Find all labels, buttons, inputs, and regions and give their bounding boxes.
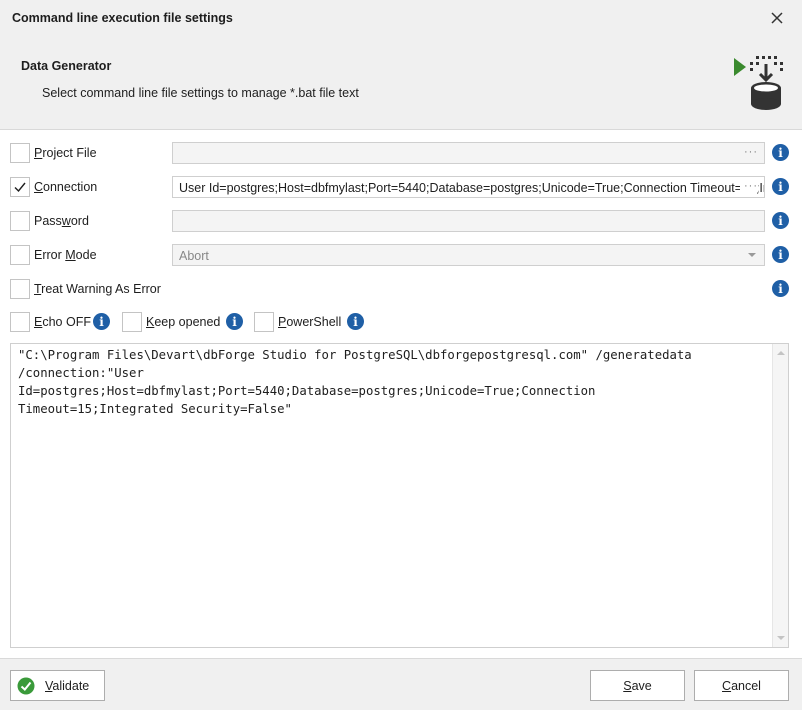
window-title: Command line execution file settings: [12, 11, 233, 25]
info-icon[interactable]: i: [93, 313, 110, 330]
options-row: Echo OFF i Keep opened i PowerShell i: [0, 310, 802, 334]
keep-opened-label: Keep opened: [146, 315, 221, 329]
cancel-label: Cancel: [722, 678, 761, 693]
footer-bar: Validate Save Cancel: [0, 658, 802, 710]
echo-off-checkbox[interactable]: [10, 312, 30, 332]
treat-warning-checkbox[interactable]: [10, 279, 30, 299]
checkmark-icon: [14, 182, 26, 193]
password-input[interactable]: [172, 210, 765, 232]
project-file-label: Project File: [34, 146, 97, 160]
cancel-button[interactable]: Cancel: [694, 670, 789, 701]
info-icon[interactable]: i: [226, 313, 243, 330]
info-icon[interactable]: i: [772, 144, 789, 161]
header-subtitle: Select command line file settings to man…: [42, 86, 359, 100]
powershell-label: PowerShell: [278, 315, 342, 329]
password-checkbox[interactable]: [10, 211, 30, 231]
password-row: Password i: [0, 209, 802, 233]
error-mode-row: Error Mode Abort i: [0, 243, 802, 267]
project-file-checkbox[interactable]: [10, 143, 30, 163]
command-text-area[interactable]: "C:\Program Files\Devart\dbForge Studio …: [10, 343, 789, 648]
close-icon[interactable]: [768, 9, 786, 27]
powershell-checkbox[interactable]: [254, 312, 274, 332]
scroll-down-icon[interactable]: [777, 636, 785, 640]
keep-opened-checkbox[interactable]: [122, 312, 142, 332]
password-label: Password: [34, 214, 89, 228]
connection-checkbox[interactable]: [10, 177, 30, 197]
validate-label: Validate: [45, 678, 90, 693]
save-label: Save: [623, 678, 652, 693]
project-file-input[interactable]: ···: [172, 142, 765, 164]
vertical-scrollbar[interactable]: [772, 344, 788, 647]
scroll-up-icon[interactable]: [777, 351, 785, 355]
data-generator-icon: [730, 54, 786, 112]
treat-warning-row: Treat Warning As Error i: [0, 277, 802, 301]
connection-row: Connection User Id=postgres;Host=dbfmyla…: [0, 175, 802, 199]
connection-value: User Id=postgres;Host=dbfmylast;Port=544…: [179, 181, 764, 195]
connection-input[interactable]: User Id=postgres;Host=dbfmylast;Port=544…: [172, 176, 765, 198]
command-text[interactable]: "C:\Program Files\Devart\dbForge Studio …: [18, 346, 764, 418]
connection-label: Connection: [34, 180, 98, 194]
connection-browse-button[interactable]: ···: [740, 180, 758, 192]
error-mode-checkbox[interactable]: [10, 245, 30, 265]
title-bar: Command line execution file settings: [0, 0, 802, 38]
chevron-down-icon: [748, 253, 756, 257]
project-file-row: Project File ··· i: [0, 141, 802, 165]
header-title: Data Generator: [21, 59, 112, 73]
info-icon[interactable]: i: [772, 178, 789, 195]
info-icon[interactable]: i: [772, 246, 789, 263]
green-check-icon: [17, 677, 35, 694]
error-mode-value: Abort: [179, 249, 209, 263]
save-button[interactable]: Save: [590, 670, 685, 701]
info-icon[interactable]: i: [772, 212, 789, 229]
error-mode-select[interactable]: Abort: [172, 244, 765, 266]
browse-button[interactable]: ···: [744, 146, 758, 158]
treat-warning-label: Treat Warning As Error: [34, 282, 161, 296]
error-mode-label: Error Mode: [34, 248, 97, 262]
echo-off-label: Echo OFF: [34, 315, 91, 329]
info-icon[interactable]: i: [347, 313, 364, 330]
header-panel: Data Generator Select command line file …: [0, 38, 802, 130]
validate-button[interactable]: Validate: [10, 670, 105, 701]
info-icon[interactable]: i: [772, 280, 789, 297]
